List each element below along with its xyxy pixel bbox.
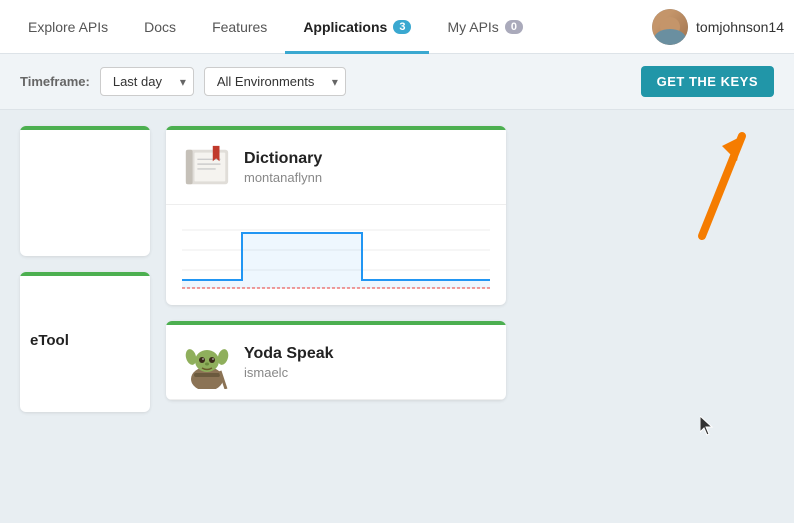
username-label: tomjohnson14: [696, 19, 784, 35]
dictionary-card-header: Dictionary montanaflynn: [166, 126, 506, 205]
tab-applications[interactable]: Applications 3: [285, 0, 429, 54]
yoda-title: Yoda Speak: [244, 345, 490, 363]
etool-label: eTool: [20, 272, 150, 349]
dictionary-icon: [182, 142, 232, 192]
timeframe-select[interactable]: Last day: [100, 67, 194, 96]
tab-explore-apis[interactable]: Explore APIs: [10, 0, 126, 54]
avatar[interactable]: [652, 9, 688, 45]
dictionary-card[interactable]: Dictionary montanaflynn: [166, 126, 506, 305]
yoda-svg: [182, 335, 232, 389]
nav-user-area: tomjohnson14: [652, 9, 784, 45]
filter-bar: Timeframe: Last day All Environments GET…: [0, 54, 794, 110]
tab-docs[interactable]: Docs: [126, 0, 194, 54]
applications-badge: 3: [393, 20, 411, 34]
partial-card-top: [20, 126, 150, 256]
dictionary-title: Dictionary: [244, 150, 490, 168]
dictionary-chart: [166, 205, 506, 305]
environment-select[interactable]: All Environments: [204, 67, 346, 96]
environment-select-wrapper[interactable]: All Environments: [204, 67, 346, 96]
get-keys-button[interactable]: GET THE KEYS: [641, 66, 774, 97]
yoda-subtitle: ismaelc: [244, 365, 490, 380]
timeframe-label: Timeframe:: [20, 74, 90, 89]
partial-card-bottom: eTool: [20, 272, 150, 412]
main-content: eTool: [0, 110, 794, 523]
dictionary-chart-svg: [182, 215, 490, 295]
arrow-annotation: [672, 116, 762, 251]
dictionary-card-info: Dictionary montanaflynn: [244, 150, 490, 185]
arrow-svg: [672, 116, 762, 246]
yoda-speak-card[interactable]: Yoda Speak ismaelc: [166, 321, 506, 400]
yoda-icon: [182, 337, 232, 387]
tab-my-apis[interactable]: My APIs 0: [429, 0, 540, 54]
tab-features[interactable]: Features: [194, 0, 285, 54]
my-apis-badge: 0: [505, 20, 523, 34]
dictionary-subtitle: montanaflynn: [244, 170, 490, 185]
yoda-card-info: Yoda Speak ismaelc: [244, 345, 490, 380]
book-svg: [182, 145, 232, 189]
timeframe-select-wrapper[interactable]: Last day: [100, 67, 194, 96]
yoda-card-header: Yoda Speak ismaelc: [166, 321, 506, 400]
top-navigation: Explore APIs Docs Features Applications …: [0, 0, 794, 54]
